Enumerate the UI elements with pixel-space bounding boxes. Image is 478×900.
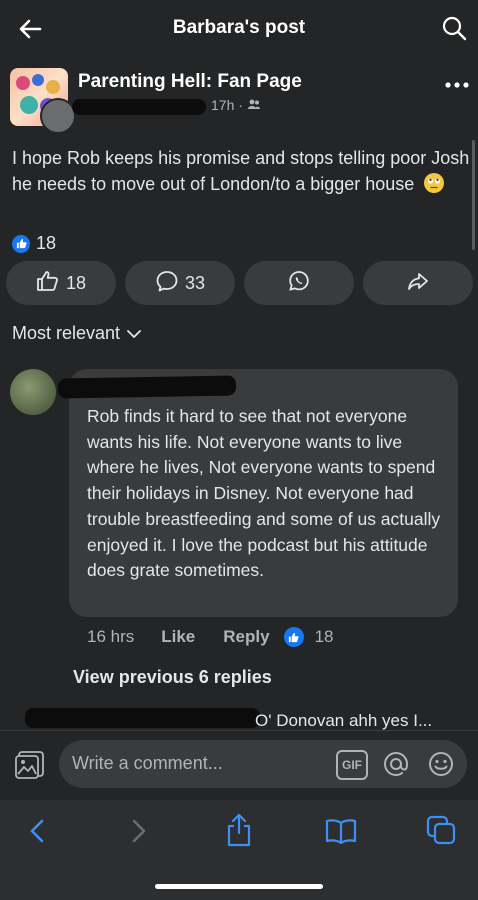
gif-button[interactable]: GIF [336,750,368,780]
photo-gallery-icon[interactable] [14,749,46,781]
comment-text: Rob finds it hard to see that not everyo… [87,406,441,581]
post-time: 17h [211,97,235,113]
browser-forward-icon[interactable] [124,816,154,846]
like-button[interactable]: 18 [6,261,116,305]
comment-time: 16 hrs [87,627,135,646]
comment-sort-dropdown[interactable]: Most relevant [12,323,142,344]
share-button[interactable] [363,261,473,305]
gif-label: GIF [342,758,362,772]
reaction-count: 18 [36,233,57,253]
chevron-down-icon [126,323,142,344]
comment-placeholder: Write a comment... [72,753,223,773]
commenter-avatar[interactable] [10,369,56,415]
thumbs-up-icon [36,269,60,298]
tabs-icon[interactable] [425,814,457,846]
comment-bubble-icon [155,269,179,298]
view-previous-replies[interactable]: View previous 6 replies [73,667,272,688]
browser-share-icon[interactable] [223,812,255,848]
reaction-summary[interactable]: 18 [12,233,56,254]
top-bar: Barbara's post [0,0,478,58]
browser-back-icon[interactable] [22,816,52,846]
post-text-content: I hope Rob keeps his promise and stops t… [12,148,470,194]
whatsapp-icon [287,269,311,298]
group-audience-icon [247,97,261,113]
comment-reply-button[interactable]: Reply [223,627,269,647]
group-name[interactable]: Parenting Hell: Fan Page [78,71,302,93]
redacted-reply-name [25,708,260,728]
comment-button[interactable]: 33 [125,261,235,305]
author-avatar[interactable] [40,98,76,134]
comment-like-reaction-icon [283,627,304,647]
comment-reaction-count: 18 [314,627,334,646]
post-text: I hope Rob keeps his promise and stops t… [12,145,472,201]
search-icon[interactable] [438,12,470,44]
more-options-icon[interactable] [444,78,470,92]
redacted-commenter-name [57,375,237,399]
rolling-eyes-emoji-icon [423,172,445,201]
like-count: 18 [65,272,87,293]
page-title: Barbara's post [172,17,306,38]
meta-separator: · [238,97,243,113]
redacted-author-name [72,99,206,115]
sort-label: Most relevant [12,323,121,343]
emoji-icon[interactable] [426,749,456,779]
reply-preview[interactable]: O' Donovan ahh yes I... [255,711,432,731]
scrollbar[interactable] [472,140,475,250]
share-arrow-icon [406,269,430,298]
like-reaction-icon [12,234,30,253]
whatsapp-share-button[interactable] [244,261,354,305]
bookmarks-icon[interactable] [324,816,358,846]
mention-icon[interactable] [381,749,411,779]
comment-actions: 16 hrs Like Reply 18 [87,627,334,647]
comment-count: 33 [184,272,206,293]
comment-like-button[interactable]: Like [161,627,195,647]
home-indicator [155,884,323,889]
post-meta: 17h · [211,97,261,113]
